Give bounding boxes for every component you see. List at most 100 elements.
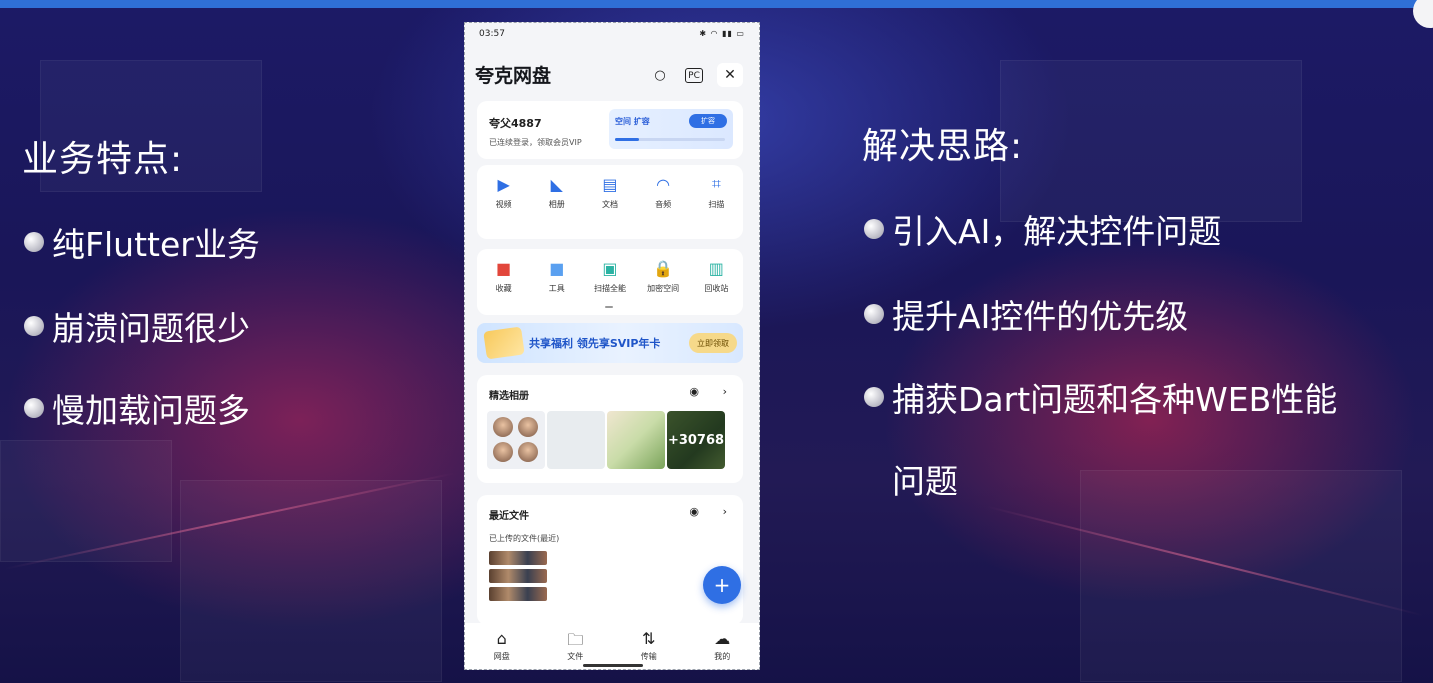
recent-thumb[interactable] <box>489 569 547 583</box>
banner-claim-button[interactable]: 立即领取 <box>689 333 737 353</box>
page-indicator <box>605 306 613 308</box>
promo-banner[interactable]: 共享福利 领先享SVIP年卡 立即领取 <box>477 323 743 363</box>
left-bullet-2: 崩溃问题很少 <box>24 302 250 350</box>
right-bullet-3: 捕获Dart问题和各种WEB性能 <box>864 373 1337 421</box>
tool-r1-1[interactable]: ◣ 相册 <box>533 173 581 210</box>
tool-r2-1[interactable]: ■ 工具 <box>533 257 581 294</box>
tool-r2-0[interactable]: ■ 收藏 <box>480 257 528 294</box>
tab-label: 文件 <box>567 652 584 661</box>
storage-box[interactable]: 空间 扩容 扩容 <box>609 109 733 149</box>
left-bullet-1: 纯Flutter业务 <box>24 218 260 266</box>
chevron-right-icon[interactable]: › <box>723 385 727 398</box>
search-icon[interactable]: ○ <box>649 65 671 85</box>
photo-thumb-more[interactable]: +30768 <box>667 411 725 469</box>
bg-block <box>180 480 442 682</box>
face-avatar <box>493 417 513 437</box>
home-icon: ⌂ <box>496 629 507 648</box>
document-icon: ▤ <box>602 174 618 194</box>
tool-label: 收藏 <box>495 284 512 293</box>
recent-thumbs <box>489 551 547 605</box>
tool-r1-4[interactable]: ⌗ 扫描 <box>692 173 740 210</box>
expand-storage-button[interactable]: 扩容 <box>689 114 727 128</box>
tool-label: 相册 <box>548 200 565 209</box>
tool-r1-2[interactable]: ▤ 文档 <box>586 173 634 210</box>
tool-label: 加密空间 <box>647 284 680 293</box>
bullet-dot-icon <box>864 219 884 239</box>
right-panel-title: 解决思路: <box>862 126 1024 167</box>
eye-icon[interactable]: ◉ <box>689 385 699 398</box>
section-title: 精选相册 <box>489 391 529 402</box>
banner-text: 共享福利 领先享SVIP年卡 <box>529 337 661 350</box>
pc-icon[interactable]: PC <box>685 68 703 83</box>
photo-icon: ◣ <box>550 174 563 194</box>
account-name: 夸父4887 <box>489 117 542 130</box>
document-thumb[interactable] <box>547 411 605 469</box>
face-avatar <box>493 442 513 462</box>
tab-1[interactable]: 🗀 文件 <box>545 623 605 669</box>
add-fab-button[interactable]: + <box>703 566 741 604</box>
tab-label: 我的 <box>714 652 731 661</box>
gift-card-icon <box>483 326 525 360</box>
bullet-dot-icon <box>24 232 44 252</box>
recent-thumb[interactable] <box>489 551 547 565</box>
eye-icon[interactable]: ◉ <box>689 505 699 518</box>
right-bullet-text: 引入AI，解决控件问题 <box>892 212 1222 251</box>
tab-2[interactable]: ⇅ 传输 <box>619 623 679 669</box>
tool-r2-2[interactable]: ▣ 扫描全能 <box>586 257 634 294</box>
close-button[interactable]: ✕ <box>717 63 743 87</box>
cloud-icon: ☁ <box>714 629 731 648</box>
right-bullet-text: 捕获Dart问题和各种WEB性能 <box>892 380 1338 419</box>
bg-block <box>1080 470 1402 682</box>
tools-card-1: ▶ 视频 ◣ 相册 ▤ 文档 ◠ 音频 ⌗ 扫描 <box>477 165 743 239</box>
status-bar: 03:57 ✱ ◠ ▮▮ ▭ <box>465 23 759 45</box>
tool-r2-3[interactable]: 🔒 加密空间 <box>639 257 687 294</box>
left-bullet-3: 慢加载问题多 <box>24 384 250 432</box>
app-title: 夸克网盘 <box>475 65 552 87</box>
tool-r1-3[interactable]: ◠ 音频 <box>639 173 687 210</box>
trash-icon: ▥ <box>708 258 724 278</box>
account-card[interactable]: 夸父4887 已连续登录，领取会员VIP 空间 扩容 扩容 <box>477 101 743 159</box>
play-icon: ▶ <box>497 174 510 194</box>
bullet-dot-icon <box>864 304 884 324</box>
right-bullet-3-continuation: 问题 <box>892 462 958 501</box>
status-time: 03:57 <box>479 29 505 39</box>
scan-icon: ⌗ <box>711 174 721 193</box>
face-avatar <box>518 442 538 462</box>
tool-label: 视频 <box>495 200 512 209</box>
tool-r2-4[interactable]: ▥ 回收站 <box>692 257 740 294</box>
photo-album-section[interactable]: 精选相册 ◉ › +30768 <box>477 375 743 483</box>
recent-files-section[interactable]: 最近文件 ◉ › 已上传的文件(最近) <box>477 495 743 625</box>
left-bullet-text: 纯Flutter业务 <box>52 225 260 264</box>
face-avatar <box>518 417 538 437</box>
corner-badge <box>1413 0 1433 28</box>
bg-block <box>0 440 172 562</box>
album-thumbnails: +30768 <box>487 411 725 469</box>
left-bullet-text: 慢加载问题多 <box>52 391 250 430</box>
transfer-icon: ⇅ <box>642 629 656 648</box>
right-bullet-text: 提升AI控件的优先级 <box>892 297 1189 336</box>
folder-icon: 🗀 <box>567 630 584 649</box>
tab-3[interactable]: ☁ 我的 <box>692 623 752 669</box>
phone-screenshot: 03:57 ✱ ◠ ▮▮ ▭ 夸克网盘 ○ PC ✕ 夸父4887 已连续登录，… <box>464 22 760 670</box>
folder-red-icon: ■ <box>496 258 512 278</box>
tab-label: 传输 <box>640 652 657 661</box>
scan-doc-icon: ▣ <box>602 258 618 278</box>
bullet-dot-icon <box>864 387 884 407</box>
recent-thumb[interactable] <box>489 587 547 601</box>
section-title: 最近文件 <box>489 511 529 522</box>
storage-bar <box>615 138 725 141</box>
chevron-right-icon[interactable]: › <box>723 505 727 518</box>
top-accent-bar <box>0 0 1433 8</box>
bullet-dot-icon <box>24 398 44 418</box>
tab-0[interactable]: ⌂ 网盘 <box>472 623 532 669</box>
photo-thumb[interactable] <box>607 411 665 469</box>
right-bullet-1: 引入AI，解决控件问题 <box>864 205 1221 253</box>
tool-r1-0[interactable]: ▶ 视频 <box>480 173 528 210</box>
storage-text: 空间 扩容 <box>615 117 650 126</box>
home-indicator <box>583 664 643 667</box>
tool-label: 扫描 <box>708 200 725 209</box>
tool-label: 音频 <box>655 200 672 209</box>
section-subtitle: 已上传的文件(最近) <box>489 534 560 543</box>
right-bullet-2: 提升AI控件的优先级 <box>864 290 1188 338</box>
faces-thumb[interactable] <box>487 411 545 469</box>
